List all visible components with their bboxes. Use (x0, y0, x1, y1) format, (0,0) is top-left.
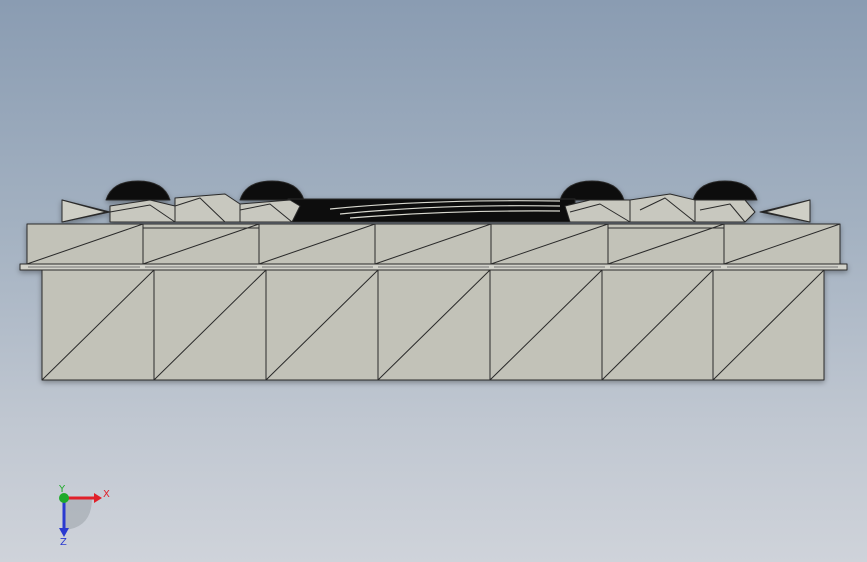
y-axis-label: Y (58, 484, 66, 495)
x-axis-arrow-icon (94, 493, 102, 503)
flange-strip (19, 263, 848, 271)
lower-panels (41, 269, 825, 381)
z-axis-arrow-icon (59, 528, 69, 537)
dome-1 (105, 180, 171, 201)
dome-3 (559, 180, 625, 201)
model[interactable] (19, 180, 848, 381)
x-axis-label: X (103, 489, 110, 500)
orientation-triad: X Z Y (58, 484, 110, 548)
cad-viewport[interactable]: X Z Y (0, 0, 867, 562)
triad-shadow (64, 498, 92, 530)
z-axis-label: Z (60, 537, 67, 548)
dome-4 (692, 180, 758, 201)
dome-2 (239, 180, 305, 201)
upper-panels (26, 223, 841, 265)
